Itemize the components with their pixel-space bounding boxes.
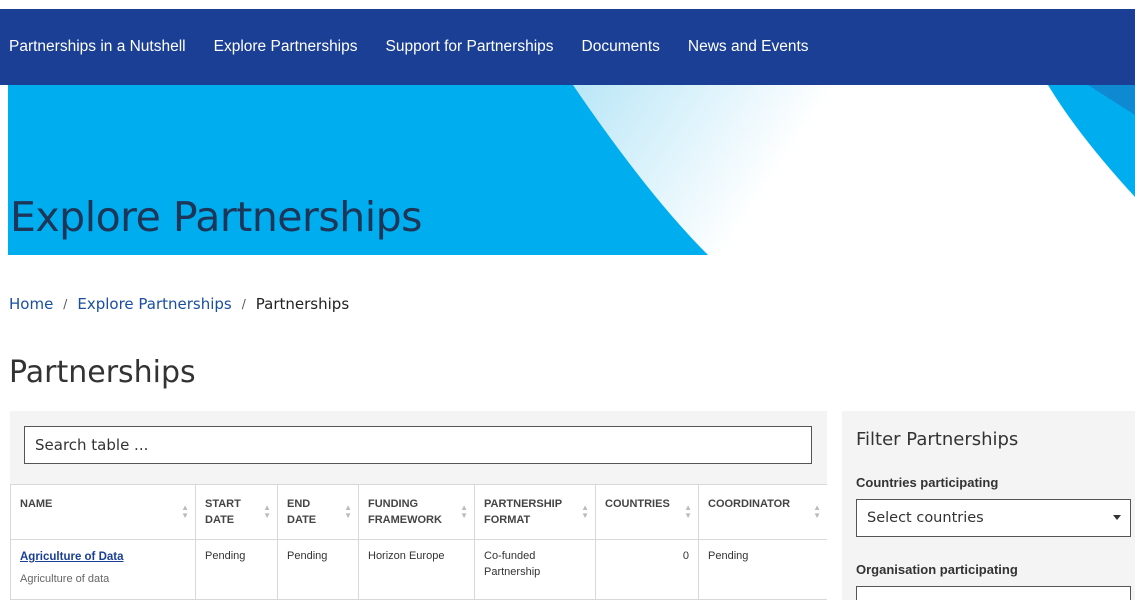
filter-title: Filter Partnerships	[856, 429, 1019, 450]
column-header-funding-framework[interactable]: FUNDING FRAMEWORK ▲ ▼	[358, 484, 475, 540]
nav-explore-partnerships[interactable]: Explore Partnerships	[214, 38, 358, 56]
main-navigation: Partnerships in a Nutshell Explore Partn…	[0, 9, 1135, 85]
nav-partnerships-in-a-nutshell[interactable]: Partnerships in a Nutshell	[9, 38, 186, 56]
partnerships-table: NAME ▲ ▼ START DATE ▲ ▼ END DATE ▲ ▼ FUNDING F…	[10, 484, 827, 600]
column-header-end-date[interactable]: END DATE ▲ ▼	[277, 484, 359, 540]
sort-icon: ▲ ▼	[813, 503, 821, 520]
nav-support-for-partnerships[interactable]: Support for Partnerships	[386, 38, 554, 56]
breadcrumb-explore-partnerships[interactable]: Explore Partnerships	[77, 295, 231, 313]
column-header-start-date[interactable]: START DATE ▲ ▼	[195, 484, 278, 540]
column-header-partnership-format[interactable]: PARTNERSHIP FORMAT ▲ ▼	[474, 484, 596, 540]
table-header-row: NAME ▲ ▼ START DATE ▲ ▼ END DATE ▲ ▼ FUNDING F…	[10, 484, 827, 540]
countries-select[interactable]: Select countries	[856, 499, 1131, 537]
sort-icon: ▲ ▼	[181, 503, 189, 520]
hero-banner: Explore Partnerships	[8, 85, 1135, 255]
cell-start-date: Pending	[195, 539, 278, 600]
column-header-label: NAME	[20, 498, 53, 510]
search-table-input[interactable]	[24, 426, 812, 464]
page-title: Partnerships	[9, 355, 196, 390]
cell-name: Agriculture of Data Agriculture of data	[10, 539, 196, 600]
column-header-label: PARTNERSHIP FORMAT	[484, 498, 562, 526]
column-header-label: END DATE	[287, 498, 317, 526]
nav-news-and-events[interactable]: News and Events	[688, 38, 809, 56]
countries-select-value: Select countries	[867, 510, 984, 526]
sort-icon: ▲ ▼	[344, 503, 352, 520]
partnerships-table-panel: NAME ▲▼ START DATE ▲▼ END DATE ▲▼ FUNDING F…	[10, 411, 827, 600]
column-header-countries[interactable]: COUNTRIES ▲ ▼	[595, 484, 699, 540]
column-header-label: COUNTRIES	[605, 498, 670, 510]
breadcrumb-separator: /	[63, 297, 68, 311]
chevron-down-icon	[1113, 515, 1121, 520]
cell-funding-framework: Horizon Europe	[358, 539, 475, 600]
sort-icon: ▲ ▼	[684, 503, 692, 520]
table-row: Agriculture of Data Agriculture of data …	[10, 539, 827, 600]
cell-countries: 0	[595, 539, 699, 600]
partnership-description: Agriculture of data	[20, 572, 110, 585]
column-header-name[interactable]: NAME ▲ ▼	[10, 484, 196, 540]
cell-end-date: Pending	[277, 539, 359, 600]
banner-title: Explore Partnerships	[10, 193, 423, 241]
column-header-coordinator[interactable]: COORDINATOR ▲ ▼	[698, 484, 827, 540]
breadcrumb-home[interactable]: Home	[9, 295, 53, 313]
column-header-label: COORDINATOR	[708, 498, 791, 510]
cell-coordinator: Pending	[698, 539, 827, 600]
column-header-label: FUNDING FRAMEWORK	[368, 498, 442, 526]
column-header-label: START DATE	[205, 498, 241, 526]
sort-icon: ▲ ▼	[263, 503, 271, 520]
countries-filter-label: Countries participating	[856, 475, 999, 490]
breadcrumb-separator: /	[241, 297, 246, 311]
sort-icon: ▲ ▼	[460, 503, 468, 520]
cell-partnership-format: Co-funded Partnership	[474, 539, 596, 600]
organisation-filter-label: Organisation participating	[856, 562, 1018, 577]
filter-panel: Filter Partnerships Countries participat…	[842, 411, 1135, 600]
partnership-name-link[interactable]: Agriculture of Data	[20, 551, 124, 563]
nav-documents[interactable]: Documents	[582, 38, 660, 56]
breadcrumb-current: Partnerships	[255, 295, 350, 313]
sort-icon: ▲ ▼	[581, 503, 589, 520]
breadcrumb: Home / Explore Partnerships / Partnershi…	[9, 295, 349, 313]
organisation-select[interactable]	[856, 586, 1131, 600]
